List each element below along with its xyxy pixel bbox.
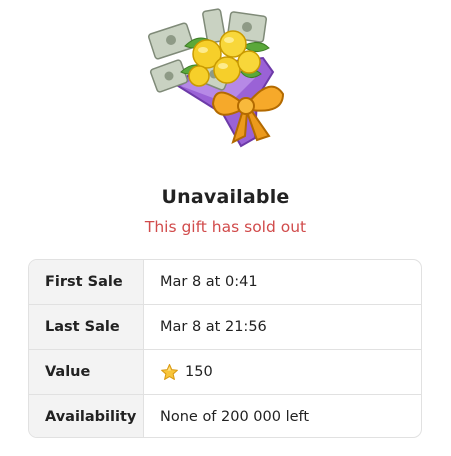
- table-row-first-sale: First Sale Mar 8 at 0:41: [29, 260, 421, 304]
- table-row-availability: Availability None of 200 000 left: [29, 394, 421, 437]
- first-sale-value: Mar 8 at 0:41: [160, 274, 258, 290]
- table-row-value: Value 150: [29, 349, 421, 394]
- star-value: 150: [185, 364, 213, 380]
- availability-label: Availability: [29, 395, 144, 437]
- last-sale-label: Last Sale: [29, 305, 144, 349]
- value-cell: 150: [144, 350, 421, 394]
- first-sale-label: First Sale: [29, 260, 144, 304]
- last-sale-value: Mar 8 at 21:56: [160, 319, 267, 335]
- gift-details-table: First Sale Mar 8 at 0:41 Last Sale Mar 8…: [28, 259, 422, 438]
- table-row-last-sale: Last Sale Mar 8 at 21:56: [29, 304, 421, 349]
- money-bouquet-icon: [147, 8, 285, 148]
- availability-value: None of 200 000 left: [160, 409, 310, 425]
- sold-out-message: This gift has sold out: [144, 218, 307, 236]
- gift-status-title: Unavailable: [161, 186, 290, 208]
- star-icon: [161, 363, 178, 380]
- value-label: Value: [29, 350, 144, 394]
